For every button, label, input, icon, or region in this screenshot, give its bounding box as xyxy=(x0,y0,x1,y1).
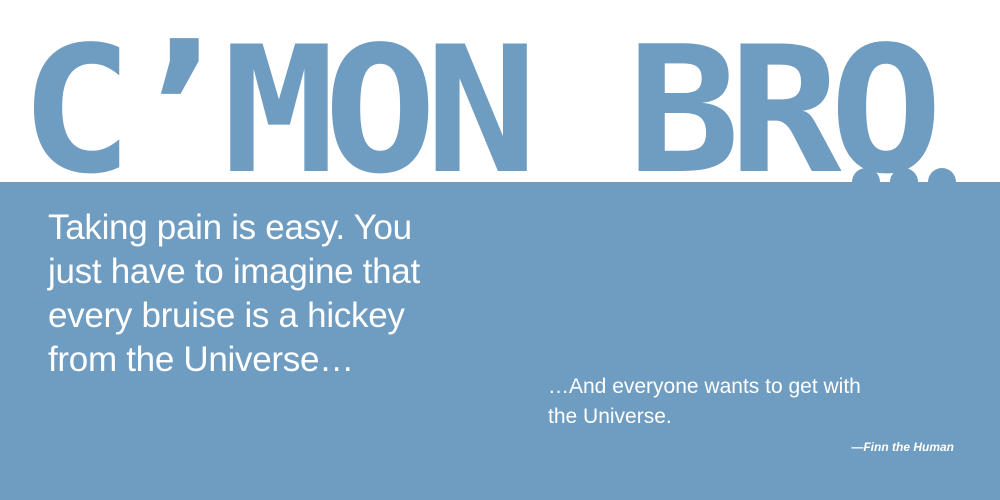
main-quote: Taking pain is easy. You just have to im… xyxy=(48,206,448,382)
quote-line: every bruise is a hickey xyxy=(48,296,405,335)
quote-line: from the Universe… xyxy=(48,340,354,379)
continuation-line: …And everyone wants to get with xyxy=(548,375,861,398)
ellipsis-dot xyxy=(852,168,880,196)
ellipsis-dots xyxy=(0,168,1000,198)
quote-continuation: …And everyone wants to get with the Univ… xyxy=(548,372,928,432)
continuation-line: the Universe. xyxy=(548,405,672,428)
ellipsis-dot xyxy=(928,168,956,196)
quote-line: Taking pain is easy. You xyxy=(48,208,412,247)
attribution: —Finn the Human xyxy=(851,440,954,454)
poster-card: C’MON BRO Taking pain is easy. You just … xyxy=(0,0,1000,500)
quote-line: just have to imagine that xyxy=(48,252,420,291)
ellipsis-dot xyxy=(890,168,918,196)
